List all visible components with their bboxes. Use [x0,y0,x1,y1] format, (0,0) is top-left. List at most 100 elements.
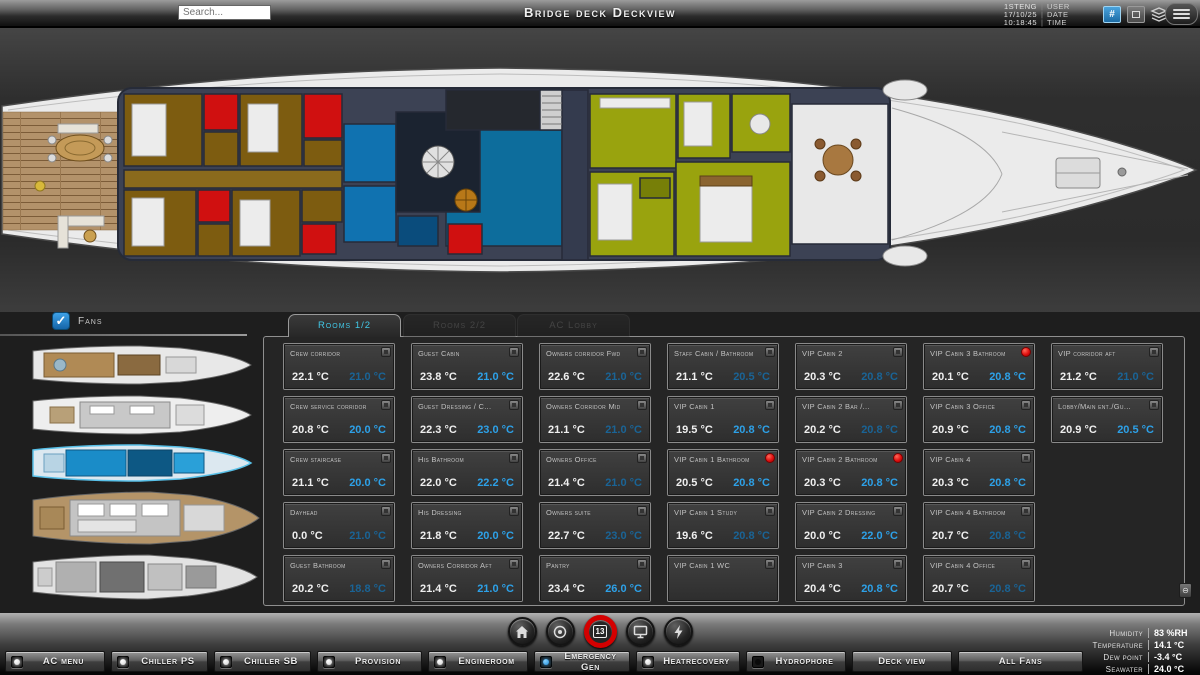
fan-status-icon[interactable] [765,506,775,516]
room-card[interactable]: Owners suite 22.7 °C 23.0 °C [540,503,650,548]
room-card[interactable]: VIP Cabin 2 Dressing 20.0 °C 22.0 °C [796,503,906,548]
deck-thumbnail-lower-deck[interactable] [30,554,260,600]
toolbar-button[interactable]: All Fans [958,651,1083,672]
fan-status-icon[interactable] [637,400,647,410]
room-card[interactable]: VIP Cabin 2 Bathroom 20.3 °C 20.8 °C [796,450,906,495]
power-icon[interactable] [664,617,693,646]
fan-status-icon[interactable] [765,559,775,569]
fan-status-icon[interactable] [509,347,519,357]
room-card[interactable]: Owners Corridor Mid 21.1 °C 21.0 °C [540,397,650,442]
room-card[interactable]: VIP Cabin 4 Office 20.7 °C 20.8 °C [924,556,1034,601]
fans-checkbox-icon[interactable]: ✓ [52,312,70,330]
fan-status-icon[interactable] [893,400,903,410]
fan-status-icon[interactable] [1021,400,1031,410]
room-card[interactable]: Crew service corridor 20.8 °C 20.0 °C [284,397,394,442]
room-card[interactable]: VIP Cabin 2 Bar /... 20.2 °C 20.8 °C [796,397,906,442]
room-name: VIP Cabin 4 [925,451,1033,464]
deck-thumbnail-upper-deck[interactable] [30,395,255,435]
tab-rooms-1[interactable]: Rooms 1/2 [288,314,401,337]
fan-status-icon[interactable] [1149,400,1159,410]
menu-button[interactable] [1165,3,1198,25]
room-card[interactable]: VIP Cabin 2 20.3 °C 20.8 °C [796,344,906,389]
room-card[interactable]: Guest Bathroom 20.2 °C 18.8 °C [284,556,394,601]
alarm-count-button[interactable]: 13 [584,615,617,648]
room-card[interactable]: VIP Cabin 1 WC [668,556,778,601]
fan-status-icon[interactable] [893,347,903,357]
fan-status-icon[interactable] [637,453,647,463]
room-card[interactable]: Staff Cabin / Bathroom 21.1 °C 20.5 °C [668,344,778,389]
room-card[interactable]: VIP Cabin 1 Bathroom 20.5 °C 20.8 °C [668,450,778,495]
panel-corner-button[interactable]: ⊖ [1179,583,1192,598]
room-card[interactable]: VIP Cabin 4 Bathroom 20.7 °C 20.8 °C [924,503,1034,548]
room-card[interactable]: VIP corridor aft 21.2 °C 21.0 °C [1052,344,1162,389]
fan-status-icon[interactable] [893,506,903,516]
network-icon[interactable] [626,617,655,646]
fan-status-icon[interactable] [1149,347,1159,357]
fan-status-icon[interactable] [509,506,519,516]
room-card[interactable]: VIP Cabin 3 20.4 °C 20.8 °C [796,556,906,601]
toolbar-button[interactable]: Emergency Gen [534,651,630,672]
room-card[interactable]: VIP Cabin 1 Study 19.6 °C 20.8 °C [668,503,778,548]
home-icon[interactable] [508,617,537,646]
toolbar-button[interactable]: Engineroom [428,651,528,672]
room-setpoint: 20.8 °C [733,530,770,542]
room-name: Owners Corridor Mid [541,398,649,411]
room-name: VIP Cabin 3 Office [925,398,1033,411]
room-card[interactable]: Owners Office 21.4 °C 21.0 °C [540,450,650,495]
room-card[interactable]: Owners corridor Fwd 22.6 °C 21.0 °C [540,344,650,389]
fan-status-icon[interactable] [381,400,391,410]
toolbar-button[interactable]: Provision [317,651,422,672]
room-card[interactable]: Crew corridor 22.1 °C 21.0 °C [284,344,394,389]
tab-rooms-2[interactable]: Rooms 2/2 [403,314,516,337]
fan-status-icon[interactable] [509,400,519,410]
alarm-indicator[interactable] [1021,347,1031,357]
toolbar-button[interactable]: AC menu [5,651,105,672]
monitoring-icon[interactable] [546,617,575,646]
room-card[interactable]: VIP Cabin 3 Office 20.9 °C 20.8 °C [924,397,1034,442]
deck-thumbnail-bridge-deck[interactable] [30,444,255,482]
fan-status-icon[interactable] [893,559,903,569]
fan-status-icon[interactable] [1021,559,1031,569]
room-card[interactable]: His Dressing 21.8 °C 20.0 °C [412,503,522,548]
toolbar-button[interactable]: Hydrophore [746,651,846,672]
fan-status-icon[interactable] [765,347,775,357]
room-card[interactable]: VIP Cabin 1 19.5 °C 20.8 °C [668,397,778,442]
fan-status-icon[interactable] [1021,506,1031,516]
search-input[interactable] [178,5,271,20]
room-card[interactable]: Lobby/Main ent./Gu... 20.9 °C 20.5 °C [1052,397,1162,442]
room-card[interactable]: Owners Corridor Aft 21.4 °C 21.0 °C [412,556,522,601]
fan-status-icon[interactable] [765,400,775,410]
fan-status-icon[interactable] [381,453,391,463]
fan-status-icon[interactable] [381,347,391,357]
room-card[interactable]: Crew staircase 21.1 °C 20.0 °C [284,450,394,495]
fan-status-icon[interactable] [509,453,519,463]
fan-status-icon[interactable] [637,347,647,357]
deck-thumbnail-sun-deck[interactable] [30,344,255,386]
deck-thumbnail-main-deck[interactable] [30,491,262,545]
fans-toggle[interactable]: ✓ Fans [52,312,103,330]
room-card[interactable]: VIP Cabin 3 Bathroom 20.1 °C 20.8 °C [924,344,1034,389]
room-card[interactable]: Pantry 23.4 °C 26.0 °C [540,556,650,601]
tab-ac-lobby[interactable]: AC Lobby [517,314,630,337]
room-card[interactable]: Guest Cabin 23.8 °C 21.0 °C [412,344,522,389]
fan-status-icon[interactable] [381,559,391,569]
toolbar-button[interactable]: Chiller SB [214,651,311,672]
fan-status-icon[interactable] [509,559,519,569]
room-card[interactable]: Dayhead 0.0 °C 21.0 °C [284,503,394,548]
fan-status-icon[interactable] [637,506,647,516]
fan-status-icon[interactable] [1021,453,1031,463]
room-name: Dayhead [285,504,393,517]
fan-status-icon[interactable] [637,559,647,569]
toolbar-button[interactable]: Chiller PS [111,651,208,672]
alarm-indicator[interactable] [893,453,903,463]
room-card[interactable]: His Bathroom 22.0 °C 22.2 °C [412,450,522,495]
toolbar-button[interactable]: Deck view [852,651,952,672]
room-card[interactable]: VIP Cabin 4 20.3 °C 20.8 °C [924,450,1034,495]
toolbar-button[interactable]: Heatrecovery [636,651,740,672]
deck-plan[interactable] [0,28,1200,312]
tools-icon[interactable]: # [1103,6,1121,23]
alarm-indicator[interactable] [765,453,775,463]
window-icon[interactable] [1127,6,1145,23]
fan-status-icon[interactable] [381,506,391,516]
room-card[interactable]: Guest Dressing / C... 22.3 °C 23.0 °C [412,397,522,442]
